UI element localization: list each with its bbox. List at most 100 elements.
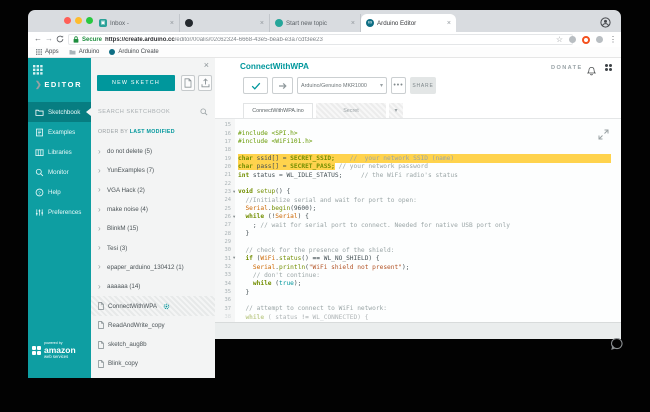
share-button[interactable]: SHARE — [410, 77, 436, 94]
code-line[interactable]: 30 // check for the presence of the shie… — [215, 246, 621, 254]
sketch-folder-row[interactable]: › VGA Hack (2) — [91, 181, 215, 200]
code-text: if (WiFi.status() == WL_NO_SHIELD) { — [238, 255, 380, 262]
code-line[interactable]: 35 } — [215, 288, 621, 296]
code-line[interactable]: 15 — [215, 121, 621, 129]
bookmark-star-icon[interactable]: ☆ — [556, 36, 563, 44]
code-line[interactable]: 17 #include <WiFi101.h> — [215, 138, 621, 146]
tab-close-icon[interactable]: × — [351, 20, 355, 27]
sketch-file-row[interactable]: Blink_copy — [91, 354, 215, 373]
sketch-file-row[interactable]: sketch_aug8r — [91, 374, 215, 378]
editor-sidebar: ❯EDITOR Sketchbook Examples Libraries Mo… — [28, 58, 91, 378]
sketch-folder-row[interactable]: › BlinkM (15) — [91, 219, 215, 238]
order-by-value[interactable]: LAST MODIFIED — [130, 129, 175, 135]
upload-arrow-icon — [278, 82, 288, 90]
code-line[interactable]: 22 — [215, 179, 621, 187]
code-line[interactable]: 18 — [215, 146, 621, 154]
sketch-folder-row[interactable]: › epaper_arduino_130412 (1) — [91, 258, 215, 277]
sidebar-item-examples[interactable]: Examples — [28, 122, 91, 142]
address-field[interactable]: Secure https://create.arduino.cc/editor/… — [68, 34, 573, 45]
new-folder-button[interactable] — [181, 75, 195, 91]
sketch-file-row[interactable]: ConnectWithWPA — [91, 296, 215, 315]
code-line[interactable]: 26 ▾ while (!Serial) { — [215, 213, 621, 221]
code-line[interactable]: 34 while (true); — [215, 280, 621, 288]
board-selector[interactable]: Arduino/Genuino MKR1000 ▾ — [297, 77, 387, 94]
bookmark-apps[interactable]: Apps — [36, 49, 59, 55]
extension-icon[interactable] — [569, 36, 576, 43]
sidebar-item-help[interactable]: ? Help — [28, 182, 91, 202]
window-zoom-button[interactable] — [86, 17, 93, 24]
code-line[interactable]: 16 #include <SPI.h> — [215, 129, 621, 137]
sidebar-item-libraries[interactable]: Libraries — [28, 142, 91, 162]
browser-tab-arduino-editor[interactable]: ∞ Arduino Editor × — [361, 14, 456, 32]
browser-profile-icon[interactable] — [600, 15, 611, 33]
code-line[interactable]: 38 while ( status != WL_CONNECTED) { — [215, 313, 621, 321]
bookmark-arduino-folder[interactable]: Arduino — [69, 49, 100, 55]
extension-icon[interactable] — [596, 36, 603, 43]
chat-bubble-icon[interactable] — [610, 337, 624, 356]
code-line[interactable]: 37 // attempt to connect to WiFi network… — [215, 305, 621, 313]
fullscreen-expand-icon[interactable] — [598, 127, 609, 145]
refresh-icon[interactable] — [56, 35, 64, 45]
more-options-button[interactable]: ••• — [391, 77, 406, 94]
sketch-file-icon — [98, 302, 104, 310]
new-sketch-button[interactable]: NEW SKETCH — [97, 75, 175, 91]
donate-link[interactable]: DONATE — [551, 65, 583, 71]
sketchbook-list: › do not delete (5) › YunExamples (7) › … — [91, 142, 215, 378]
sketch-folder-row[interactable]: › YunExamples (7) — [91, 161, 215, 180]
code-line[interactable]: 20 char pass[] = SECRET_PASS; // your ne… — [215, 163, 621, 171]
bookmark-arduino-create[interactable]: Arduino Create — [109, 49, 158, 55]
tab-connectwithwpa-ino[interactable]: ConnectWithWPA.ino — [243, 103, 313, 118]
sidebar-item-sketchbook[interactable]: Sketchbook — [28, 102, 91, 122]
sketch-file-row[interactable]: ReadAndWrite_copy — [91, 316, 215, 335]
code-line[interactable]: 19 char ssid[] = SECRET_SSID; // your ne… — [215, 154, 621, 162]
code-text: while ( status != WL_CONNECTED) { — [238, 314, 368, 321]
sidebar-item-monitor[interactable]: Monitor — [28, 162, 91, 182]
code-line[interactable]: 23 ▾ void setup() { — [215, 188, 621, 196]
chrome-menu-icon[interactable]: ⋮ — [609, 36, 617, 44]
apps-menu-icon[interactable] — [33, 62, 43, 80]
code-editor[interactable]: 15 16 #include <SPI.h> 17 #include <WiFi… — [215, 118, 621, 322]
browser-tab-inbox[interactable]: ▣ Inbox - × — [94, 14, 180, 32]
sketch-file-row[interactable]: sketch_aug8b — [91, 335, 215, 354]
search-sketchbook-input[interactable]: SEARCH SKETCHBOOK — [98, 108, 208, 116]
sketch-folder-row[interactable]: › aaaaaa (14) — [91, 277, 215, 296]
browser-tab-start-new-topic[interactable]: Start new topic × — [270, 14, 361, 32]
chevron-down-icon: ▾ — [380, 82, 383, 89]
code-line[interactable]: 21 int status = WL_IDLE_STATUS; // the W… — [215, 171, 621, 179]
upload-button[interactable] — [272, 77, 293, 94]
line-number: 18 — [215, 147, 233, 153]
code-line[interactable]: 27 ; // wait for serial port to connect.… — [215, 221, 621, 229]
sketch-options-gear-icon[interactable] — [163, 303, 170, 310]
verify-button[interactable] — [243, 77, 268, 94]
code-line[interactable]: 31 ▾ if (WiFi.status() == WL_NO_SHIELD) … — [215, 255, 621, 263]
order-by-control[interactable]: ORDER BY LAST MODIFIED — [98, 129, 175, 135]
tab-close-icon[interactable]: × — [447, 20, 451, 27]
extension-icon-orange[interactable] — [582, 36, 590, 44]
window-close-button[interactable] — [64, 17, 71, 24]
code-line[interactable]: 25 Serial.begin(9600); — [215, 204, 621, 212]
code-line[interactable]: 28 } — [215, 229, 621, 237]
forward-icon[interactable]: → — [45, 34, 53, 43]
code-line[interactable]: 36 — [215, 296, 621, 304]
code-text: Serial.println("WiFi shield not present"… — [238, 264, 409, 271]
panel-close-icon[interactable]: × — [204, 60, 209, 70]
import-sketch-button[interactable] — [198, 75, 212, 91]
window-minimize-button[interactable] — [75, 17, 82, 24]
profile-menu-icon[interactable] — [605, 64, 612, 71]
tab-secret[interactable]: Secret — [316, 103, 386, 118]
code-line[interactable]: 33 // don't continue: — [215, 271, 621, 279]
sketch-folder-row[interactable]: › make noise (4) — [91, 200, 215, 219]
code-line[interactable]: 24 //Initialize serial and wait for port… — [215, 196, 621, 204]
sketch-folder-row[interactable]: › do not delete (5) — [91, 142, 215, 161]
sketch-folder-row[interactable]: › Tesi (3) — [91, 238, 215, 257]
notifications-bell-icon[interactable] — [587, 63, 596, 81]
tab-close-icon[interactable]: × — [170, 20, 174, 27]
back-icon[interactable]: ← — [34, 34, 42, 43]
browser-tab-github[interactable]: × — [180, 14, 270, 32]
code-line[interactable]: 29 — [215, 238, 621, 246]
line-number: 24 — [215, 197, 233, 203]
code-line[interactable]: 32 Serial.println("WiFi shield not prese… — [215, 263, 621, 271]
tab-close-icon[interactable]: × — [260, 20, 264, 27]
tabs-dropdown-button[interactable]: ▾ — [389, 103, 403, 118]
sidebar-item-preferences[interactable]: Preferences — [28, 202, 91, 222]
